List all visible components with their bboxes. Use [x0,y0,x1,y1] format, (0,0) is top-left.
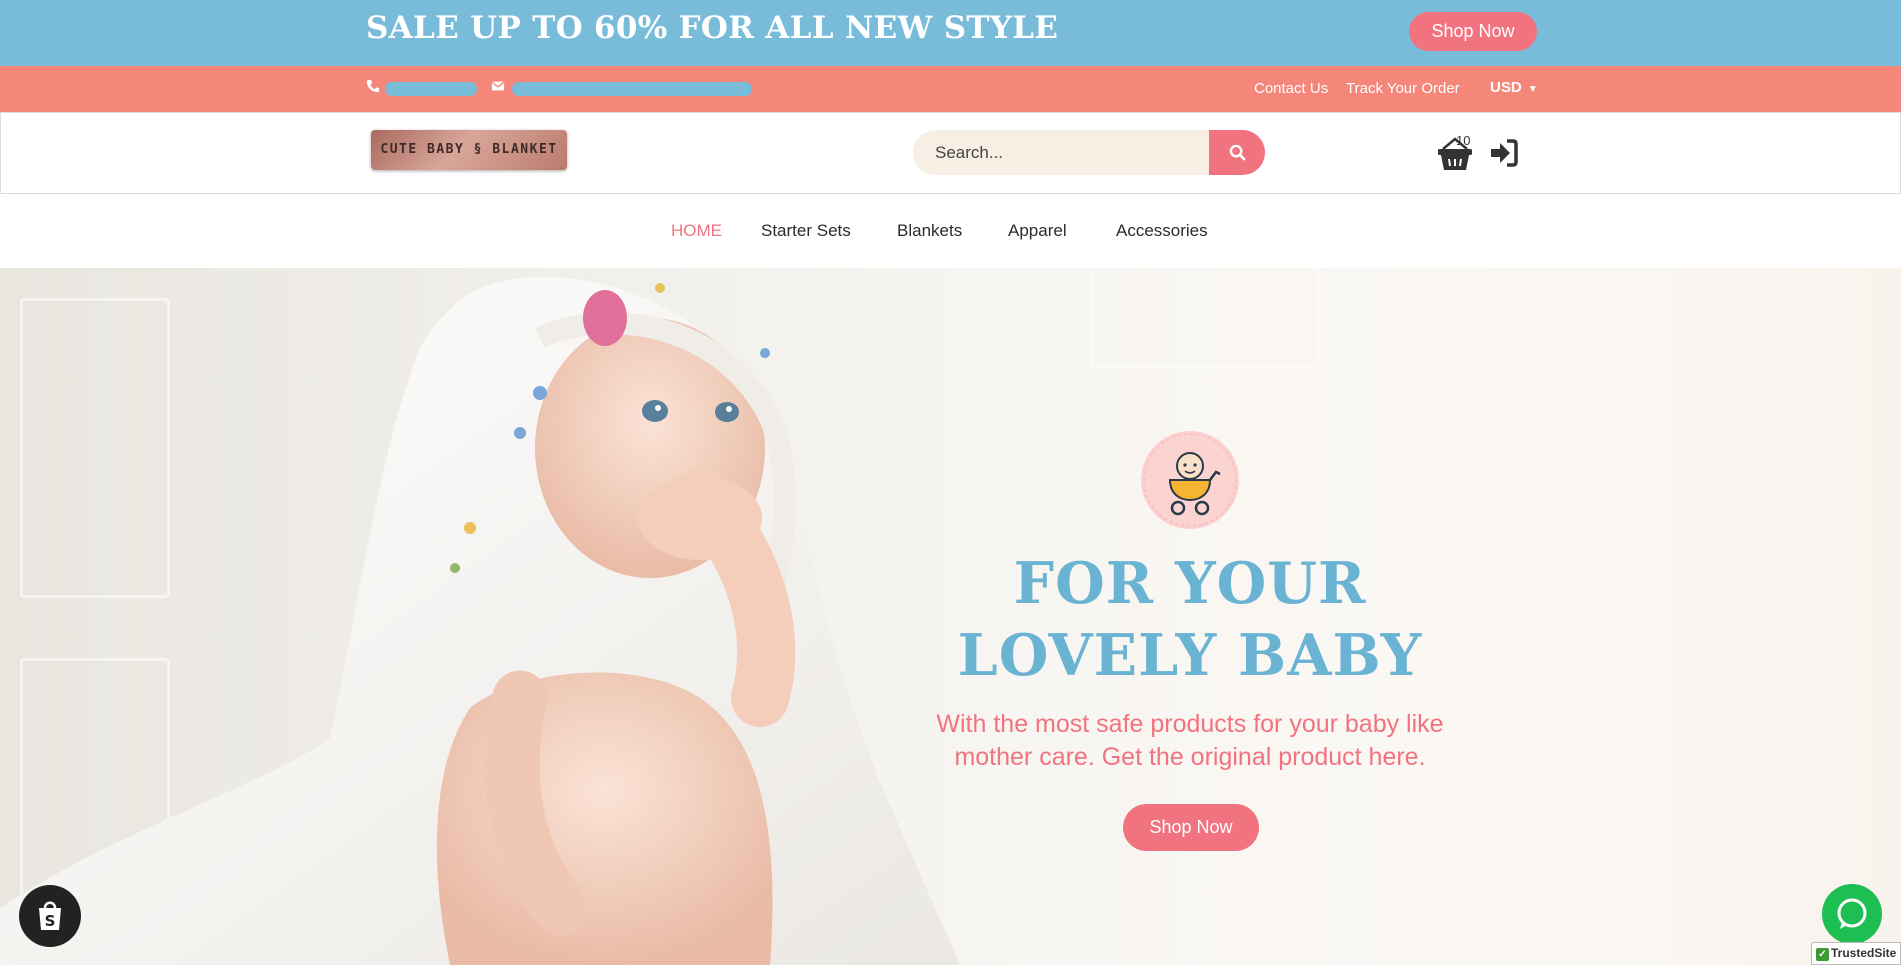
envelope-icon [491,79,505,96]
hero-title-line-2: LOVELY BABY [957,622,1423,689]
email-address-redacted [512,82,752,96]
hero-shop-now-button[interactable]: Shop Now [1123,804,1259,851]
nav-item-accessories[interactable]: Accessories [1116,221,1208,241]
nav-item-home[interactable]: HOME [671,221,722,241]
main-nav: HOME Starter Sets Blankets Apparel Acces… [0,194,1901,268]
hero-subtitle: With the most safe products for your bab… [880,708,1500,774]
contact-bar: Contact Us Track Your Order USD ▼ [0,66,1901,112]
svg-text:S: S [45,912,56,930]
hero-banner: FOR YOUR LOVELY BABY With the most safe … [0,268,1901,965]
nav-item-blankets[interactable]: Blankets [897,221,962,241]
chat-bubble-icon [1837,898,1867,929]
currency-select[interactable]: USD ▼ [1490,79,1538,96]
site-header: CUTE BABY § BLANKET 10 [0,112,1901,194]
hero-subtitle-line-2: mother care. Get the original product he… [954,743,1426,771]
currency-label: USD [1490,79,1522,96]
shopify-bag-icon: S [39,901,61,930]
phone-number-redacted [385,82,477,96]
sign-in-icon[interactable] [1488,137,1520,169]
trustedsite-label: TrustedSite [1831,946,1897,960]
logo-text: CUTE BABY § BLANKET [380,142,558,157]
cart-count-badge: 10 [1456,133,1471,148]
track-order-link[interactable]: Track Your Order [1346,80,1460,97]
search-icon [1229,144,1246,161]
contact-us-link[interactable]: Contact Us [1254,80,1328,97]
chat-widget-button[interactable] [1822,884,1882,944]
baby-stroller-icon [1141,431,1239,529]
site-logo[interactable]: CUTE BABY § BLANKET [371,130,567,170]
baby-in-towel-image [0,276,960,965]
phone-icon [366,79,380,96]
promo-shop-now-button[interactable]: Shop Now [1409,12,1537,51]
trustedsite-badge[interactable]: ✓ TrustedSite [1811,942,1901,965]
promo-text: SALE UP TO 60% FOR ALL NEW STYLE [366,10,1059,46]
wall-panel [1090,268,1320,368]
hero-subtitle-line-1: With the most safe products for your bab… [936,710,1444,738]
search-input[interactable] [913,130,1209,175]
hero-title-line-1: FOR YOUR [1013,550,1367,617]
nav-item-apparel[interactable]: Apparel [1008,221,1067,241]
nav-item-starter-sets[interactable]: Starter Sets [761,221,851,241]
search-button[interactable] [1209,130,1265,175]
shopify-badge-button[interactable]: S [19,885,81,947]
checkmark-icon: ✓ [1816,948,1829,961]
promo-bar: SALE UP TO 60% FOR ALL NEW STYLE Shop No… [0,0,1901,66]
hero-title: FOR YOUR LOVELY BABY [890,548,1490,692]
chevron-down-icon: ▼ [1527,84,1538,95]
